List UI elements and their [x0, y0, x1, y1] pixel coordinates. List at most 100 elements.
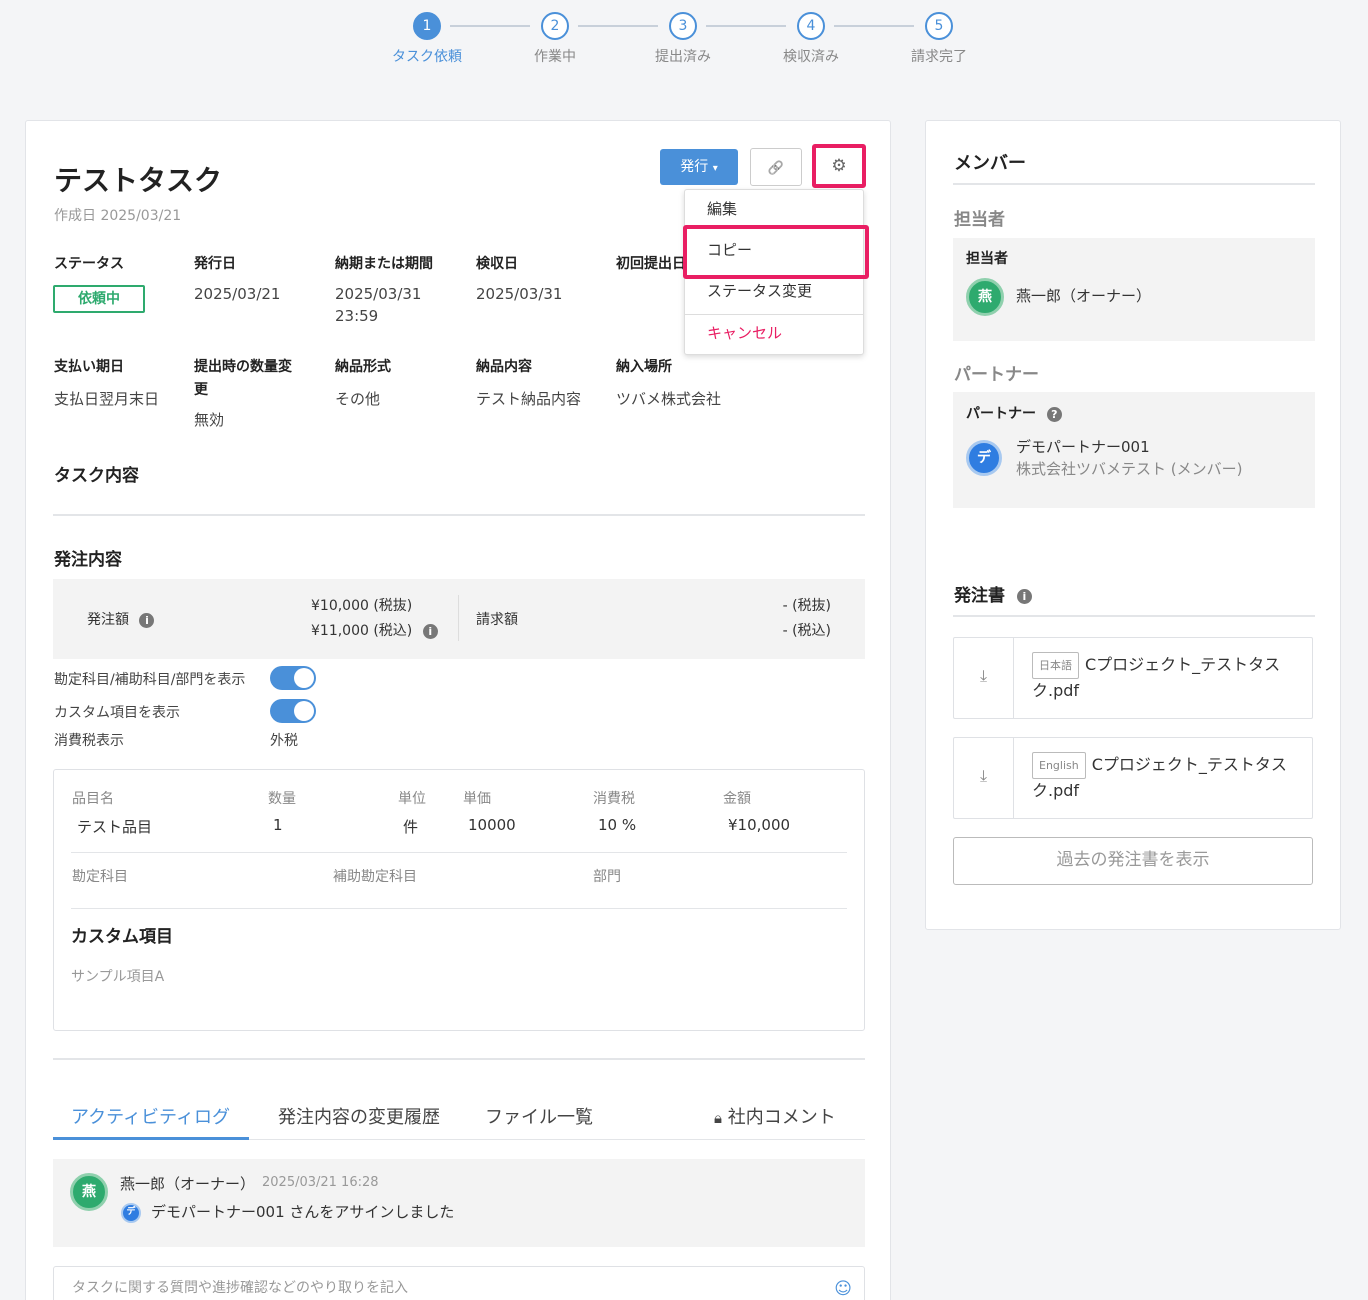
line-item-card: 品目名 数量 単位 単価 消費税 金額 テスト品目 1 件 10000 10 %…	[53, 769, 865, 1031]
status-label: ステータス	[54, 256, 124, 272]
help-icon[interactable]: ?	[1046, 406, 1062, 422]
divider	[953, 615, 1315, 617]
sub-account-label: 補助勘定科目	[333, 869, 417, 885]
members-heading: メンバー	[954, 153, 1026, 174]
download-icon[interactable]: ⤓	[954, 638, 1014, 718]
qty-change-value: 無効	[194, 411, 225, 429]
qty-change-label: 提出時の数量変	[194, 359, 292, 375]
delivery-place-value: ツバメ株式会社	[616, 390, 722, 408]
col-unit-price: 単価	[463, 791, 491, 807]
item-unit: 件	[403, 818, 419, 836]
comment-input[interactable]: タスクに関する質問や進捗確認などのやり取りを記入 ☺	[53, 1266, 865, 1300]
account-toggle[interactable]	[270, 666, 316, 690]
show-past-po-button[interactable]: 過去の発注書を表示	[953, 837, 1313, 885]
department-label: 部門	[593, 869, 621, 885]
partner-section-heading: パートナー	[954, 365, 1039, 385]
divider	[458, 595, 459, 641]
partner-label-row: パートナー ?	[966, 403, 1062, 423]
avatar: 燕	[966, 278, 1004, 316]
delivery-content-label: 納品内容	[476, 359, 532, 375]
issue-button-label: 発行	[680, 159, 709, 175]
delivery-place-label: 納入場所	[616, 359, 672, 375]
order-ex-tax: ¥10,000 (税抜)	[311, 598, 413, 614]
tab-change-history[interactable]: 発注内容の変更履歴	[278, 1103, 440, 1129]
issue-button[interactable]: 発行 ▾	[660, 149, 738, 185]
tab-internal-comment[interactable]: 🔒︎ 社内コメント	[714, 1103, 836, 1129]
settings-dropdown-menu: 編集 コピー ステータス変更 キャンセル	[683, 189, 869, 355]
comment-placeholder: タスクに関する質問や進捗確認などのやり取りを記入	[72, 1280, 408, 1296]
file-name-block: 日本語 Cプロジェクト_テストタスク.pdf	[1032, 652, 1302, 702]
tax-display-value: 外税	[270, 733, 298, 749]
gear-icon: ⚙	[831, 156, 847, 176]
divider	[53, 1058, 865, 1060]
order-amount-label-row: 発注額 i	[87, 609, 155, 629]
menu-item-change-status[interactable]: ステータス変更	[685, 272, 863, 310]
tax-display-label: 消費税表示	[54, 733, 124, 749]
po-file-row[interactable]: ⤓ 日本語 Cプロジェクト_テストタスク.pdf	[953, 637, 1313, 719]
col-tax: 消費税	[593, 791, 635, 807]
link-icon: 🔗	[767, 161, 785, 176]
order-amount-label: 発注額	[87, 612, 129, 628]
divider	[53, 514, 865, 516]
file-name-block: English Cプロジェクト_テストタスク.pdf	[1032, 752, 1302, 802]
info-icon[interactable]: i	[139, 612, 155, 628]
po-heading-row: 発注書 i	[954, 581, 1032, 606]
col-item-name: 品目名	[72, 791, 114, 807]
info-icon[interactable]: i	[1016, 588, 1032, 604]
qty-change-label-cont: 更	[194, 382, 208, 398]
inspection-date: 2025/03/31	[476, 285, 563, 303]
menu-item-edit[interactable]: 編集	[685, 190, 863, 228]
delivery-content-value: テスト納品内容	[476, 390, 582, 408]
payment-value: 支払日翌月末日	[54, 390, 160, 408]
item-name: テスト品目	[77, 818, 153, 836]
language-tag: English	[1032, 752, 1086, 779]
chevron-down-icon: ▾	[712, 163, 718, 174]
download-icon[interactable]: ⤓	[954, 738, 1014, 818]
step-number: 1	[413, 12, 441, 40]
custom-toggle[interactable]	[270, 699, 316, 723]
copy-link-button[interactable]: 🔗	[750, 148, 802, 186]
activity-message: デモパートナー001 さんをアサインしました	[151, 1203, 455, 1221]
invoice-in-tax: - (税込)	[782, 623, 831, 639]
step-2: 2 作業中	[515, 12, 595, 66]
deadline-label: 納期または期間	[335, 256, 433, 272]
issue-date-label: 発行日	[194, 256, 236, 272]
divider	[953, 183, 1315, 185]
assignee-box: 担当者 燕 燕一郎（オーナー）	[953, 238, 1315, 341]
po-file-row[interactable]: ⤓ English Cプロジェクト_テストタスク.pdf	[953, 737, 1313, 819]
active-tab-indicator	[53, 1137, 249, 1140]
toggle-knob	[294, 668, 314, 688]
payment-label: 支払い期日	[54, 359, 124, 375]
step-label: 請求完了	[911, 49, 967, 65]
activity-user: 燕一郎（オーナー）	[120, 1175, 256, 1193]
step-3: 3 提出済み	[643, 12, 723, 66]
tab-file-list[interactable]: ファイル一覧	[485, 1103, 593, 1129]
menu-item-cancel[interactable]: キャンセル	[685, 314, 863, 352]
delivery-format-label: 納品形式	[335, 359, 391, 375]
tab-activity-log[interactable]: アクティビティログ	[71, 1103, 230, 1129]
info-icon[interactable]: i	[422, 623, 438, 639]
deadline-date: 2025/03/31	[335, 285, 422, 303]
partner-box: パートナー ? デ デモパートナー001 株式会社ツバメテスト (メンバー)	[953, 392, 1315, 508]
sidebar-card: メンバー 担当者 担当者 燕 燕一郎（オーナー） パートナー パートナー ? デ…	[925, 120, 1341, 930]
step-5: 5 請求完了	[899, 12, 979, 66]
amount-summary: 発注額 i ¥10,000 (税抜) ¥11,000 (税込) i 請求額 - …	[53, 579, 865, 659]
task-content-heading: タスク内容	[54, 466, 139, 486]
custom-toggle-label: カスタム項目を表示	[54, 705, 180, 721]
step-1: 1 タスク依頼	[387, 12, 467, 66]
activity-entry: 燕 燕一郎（オーナー） 2025/03/21 16:28 デ デモパートナー00…	[53, 1159, 865, 1247]
account-label: 勘定科目	[72, 869, 128, 885]
settings-button[interactable]: ⚙	[812, 144, 866, 188]
col-unit: 単位	[398, 791, 426, 807]
created-date: 作成日 2025/03/21	[54, 208, 182, 224]
page-title: テストタスク	[54, 164, 223, 197]
assignee-label: 担当者	[966, 251, 1008, 267]
invoice-amount-label: 請求額	[476, 612, 518, 628]
issue-date-value: 2025/03/21	[194, 285, 281, 303]
col-amount: 金額	[723, 791, 751, 807]
order-in-tax-row: ¥11,000 (税込) i	[311, 620, 438, 640]
avatar: 燕	[70, 1173, 108, 1211]
partner-name: デモパートナー001	[1016, 438, 1150, 456]
divider	[71, 852, 847, 853]
emoji-icon[interactable]: ☺	[834, 1279, 852, 1299]
